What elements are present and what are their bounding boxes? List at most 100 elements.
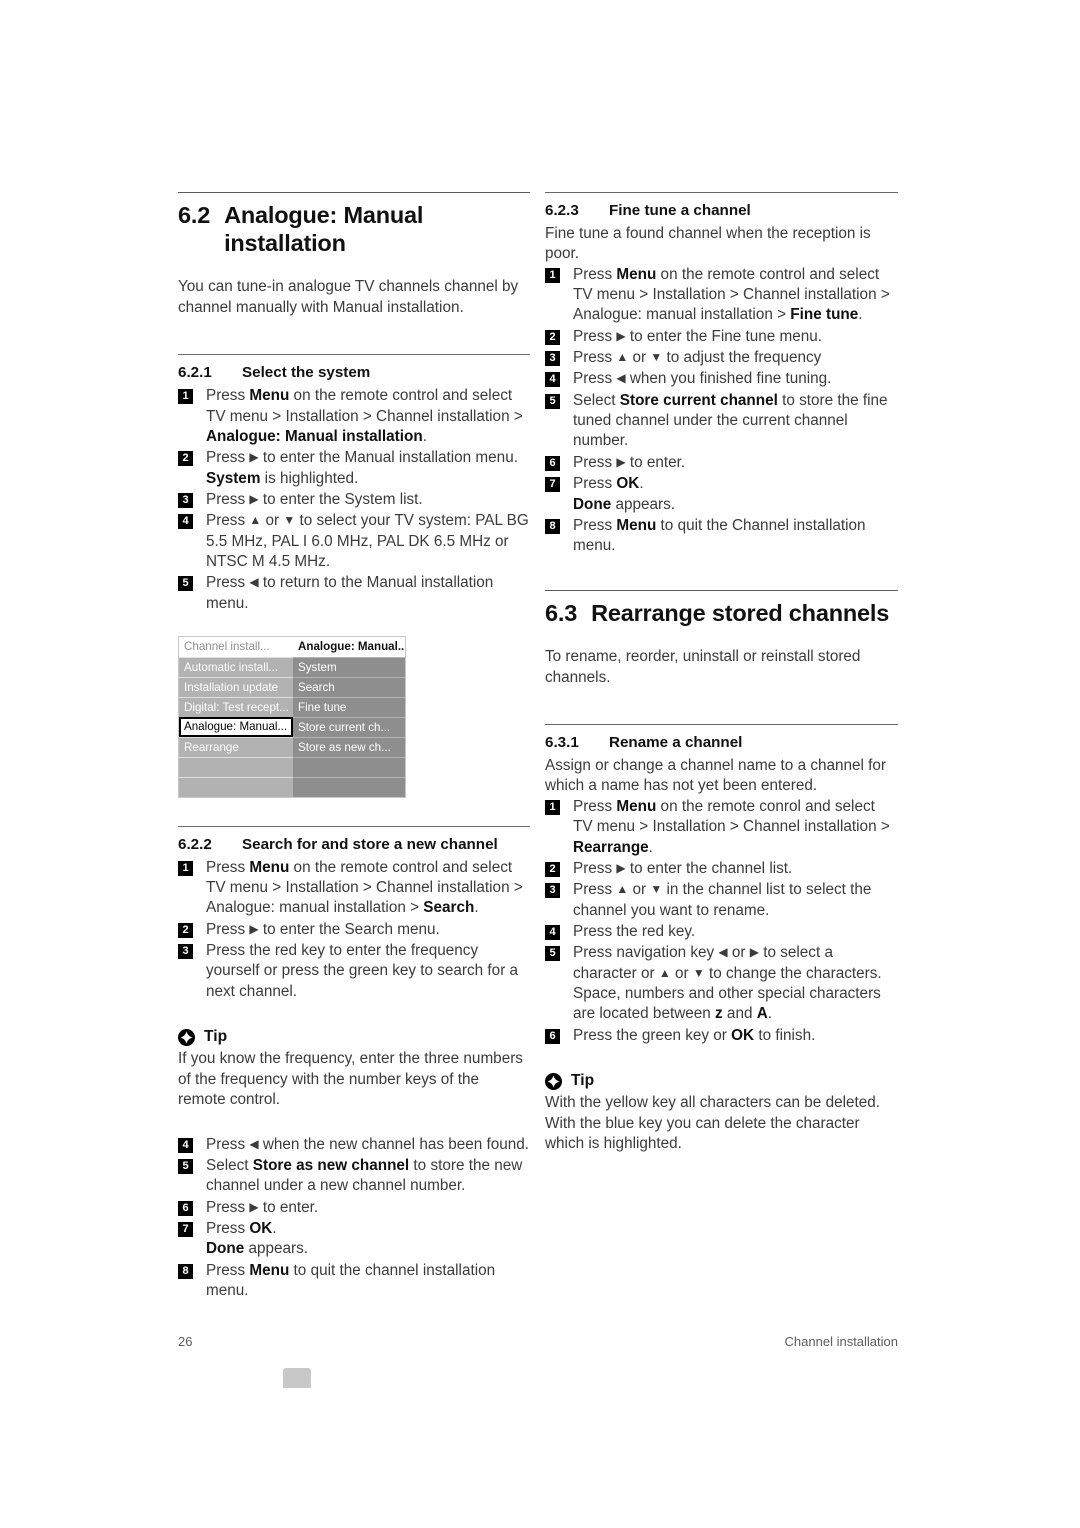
tip-label: Tip bbox=[204, 1028, 228, 1046]
step-number-badge: 1 bbox=[178, 860, 193, 876]
step-item: 1 Press Menu on the remote conrol and sel… bbox=[545, 797, 898, 858]
step-text: Press ▶ to enter the System list. bbox=[206, 490, 423, 508]
step-item: 6 Press ▶ to enter. bbox=[545, 453, 898, 473]
step-number-badge: 5 bbox=[178, 1158, 193, 1174]
section-divider-63 bbox=[545, 589, 898, 591]
step-number-badge: 7 bbox=[178, 1221, 193, 1237]
step-number-badge: 6 bbox=[545, 1028, 560, 1044]
menu-row[interactable]: Rearrange Store as new ch... bbox=[179, 736, 405, 757]
step-item: 5 Select Store as new channel to store th… bbox=[178, 1156, 530, 1197]
step-number-badge: 4 bbox=[545, 925, 560, 940]
step-text: Press Menu on the remote control and sel… bbox=[206, 858, 523, 917]
tip-text: With the yellow key all characters can b… bbox=[545, 1094, 881, 1153]
step-text: Press Menu to quit the channel installat… bbox=[206, 1261, 496, 1299]
step-text: Select Store current channel to store th… bbox=[573, 391, 888, 450]
menu-header-row: Channel install... Analogue: Manual... bbox=[179, 636, 405, 657]
step-number-badge: 5 bbox=[178, 576, 193, 592]
section-intro-63: To rename, reorder, uninstall or reinsta… bbox=[545, 648, 861, 686]
step-text: Press ◀ when you finished fine tuning. bbox=[573, 370, 832, 388]
step-item: 5 Press navigation key ◀ or ▶ to select a… bbox=[545, 943, 898, 1024]
chapter-tab-marker bbox=[283, 1368, 311, 1388]
step-text: Press ▶ to enter the channel list. bbox=[573, 859, 793, 877]
subsection-number: 6.2.3 bbox=[545, 202, 579, 219]
step-number-badge: 5 bbox=[545, 393, 560, 409]
menu-row[interactable] bbox=[179, 776, 405, 797]
step-text: Press the red key to enter the frequency… bbox=[206, 942, 519, 1000]
step-text: Press OK. Done appears. bbox=[206, 1219, 309, 1258]
step-number-badge: 3 bbox=[545, 883, 560, 899]
subsection-intro-623: Fine tune a found channel when the recep… bbox=[545, 224, 871, 263]
step-number-badge: 4 bbox=[178, 1137, 193, 1153]
menu-cell-right[interactable]: Search bbox=[293, 676, 405, 697]
step-item: 4 Press the red key. bbox=[545, 922, 898, 942]
step-text: Press ▶ to enter the Search menu. bbox=[206, 920, 440, 938]
menu-row[interactable]: Analogue: Manual... Store current ch... bbox=[179, 716, 405, 737]
step-item: 2 Press ▶ to enter the Fine tune menu. bbox=[545, 327, 898, 347]
steps-list-623: 1 Press Menu on the remote control and se… bbox=[545, 265, 898, 557]
menu-cell-right[interactable] bbox=[293, 776, 405, 797]
menu-cell-left[interactable]: Analogue: Manual... bbox=[179, 716, 293, 737]
right-column: 6.2.3 Fine tune a channel Fine tune a fo… bbox=[545, 192, 898, 1302]
menu-row[interactable]: Digital: Test recept... Fine tune bbox=[179, 696, 405, 717]
step-number-badge: 7 bbox=[545, 477, 560, 493]
menu-cell-left[interactable] bbox=[179, 776, 293, 797]
step-number-badge: 3 bbox=[545, 351, 560, 367]
section-title: Analogue: Manual installation bbox=[224, 202, 424, 256]
footer-chapter-label: Channel installation bbox=[784, 1334, 898, 1349]
menu-cell-right[interactable] bbox=[293, 756, 405, 777]
tip-heading: Tip bbox=[545, 1072, 898, 1090]
tip-heading: Tip bbox=[178, 1028, 530, 1046]
step-item: 1 Press Menu on the remote control and se… bbox=[178, 386, 530, 447]
step-item: 3 Press ▶ to enter the System list. bbox=[178, 490, 530, 510]
step-text: Press ▲ or ▼ to adjust the frequency bbox=[573, 349, 822, 367]
menu-cell-right[interactable]: Store as new ch... bbox=[293, 736, 405, 757]
menu-cell-left[interactable]: Installation update bbox=[179, 676, 293, 697]
tip-star-icon bbox=[545, 1072, 562, 1090]
manual-page: 6.2 Analogue: Manual installation You ca… bbox=[0, 0, 1080, 1528]
section-number: 6.3 bbox=[545, 599, 578, 626]
steps-list-622-before-tip: 1 Press Menu on the remote control and se… bbox=[178, 858, 530, 1002]
tip-label: Tip bbox=[571, 1072, 595, 1090]
section-heading-63: 6.3 Rearrange stored channels bbox=[545, 600, 898, 628]
subsection-title: Rename a channel bbox=[609, 734, 743, 752]
step-item: 2 Press ▶ to enter the Search menu. bbox=[178, 920, 530, 940]
step-number-badge: 4 bbox=[178, 514, 193, 530]
section-number: 6.2 bbox=[178, 202, 211, 228]
step-number-badge: 3 bbox=[178, 492, 193, 508]
menu-cell-left[interactable]: Automatic install... bbox=[179, 656, 293, 677]
step-item: 7 Press OK. Done appears. bbox=[178, 1219, 530, 1260]
menu-row[interactable]: Installation update Search bbox=[179, 676, 405, 697]
tip-box-631: Tip With the yellow key all characters c… bbox=[545, 1072, 898, 1154]
page-number: 26 bbox=[178, 1334, 193, 1349]
step-text: Press ▶ to enter. bbox=[206, 1198, 319, 1216]
tip-star-icon bbox=[178, 1028, 195, 1046]
step-item: 3 Press ▲ or ▼ in the channel list to sel… bbox=[545, 880, 898, 921]
menu-cell-right[interactable]: Fine tune bbox=[293, 696, 405, 717]
menu-header-left: Channel install... bbox=[179, 636, 293, 657]
menu-row[interactable] bbox=[179, 756, 405, 777]
menu-cell-right[interactable]: System bbox=[293, 656, 405, 677]
subsection-heading-631: 6.3.1 Rename a channel bbox=[545, 733, 898, 753]
step-text: Press ▲ or ▼ in the channel list to sele… bbox=[573, 881, 872, 919]
step-text: Press ▲ or ▼ to select your TV system: P… bbox=[206, 512, 529, 570]
step-item: 2 Press ▶ to enter the channel list. bbox=[545, 859, 898, 879]
menu-cell-right[interactable]: Store current ch... bbox=[293, 716, 405, 737]
section-title: Rearrange stored channels bbox=[591, 599, 890, 626]
step-text: Press ▶ to enter the Fine tune menu. bbox=[573, 327, 823, 345]
subsection-intro-631: Assign or change a channel name to a cha… bbox=[545, 756, 887, 795]
menu-row[interactable]: Automatic install... System bbox=[179, 656, 405, 677]
step-number-badge: 2 bbox=[545, 861, 560, 877]
menu-cell-left[interactable]: Digital: Test recept... bbox=[179, 696, 293, 717]
menu-cell-left[interactable]: Rearrange bbox=[179, 736, 293, 757]
step-number-badge: 6 bbox=[178, 1200, 193, 1216]
menu-cell-left[interactable] bbox=[179, 756, 293, 777]
step-number-badge: 1 bbox=[178, 389, 193, 405]
step-item: 2 Press ▶ to enter the Manual installatio… bbox=[178, 448, 530, 489]
subsection-heading-623: 6.2.3 Fine tune a channel bbox=[545, 201, 898, 221]
step-number-badge: 5 bbox=[545, 946, 560, 962]
subsection-divider-631 bbox=[545, 724, 898, 726]
step-number-badge: 2 bbox=[178, 451, 193, 467]
